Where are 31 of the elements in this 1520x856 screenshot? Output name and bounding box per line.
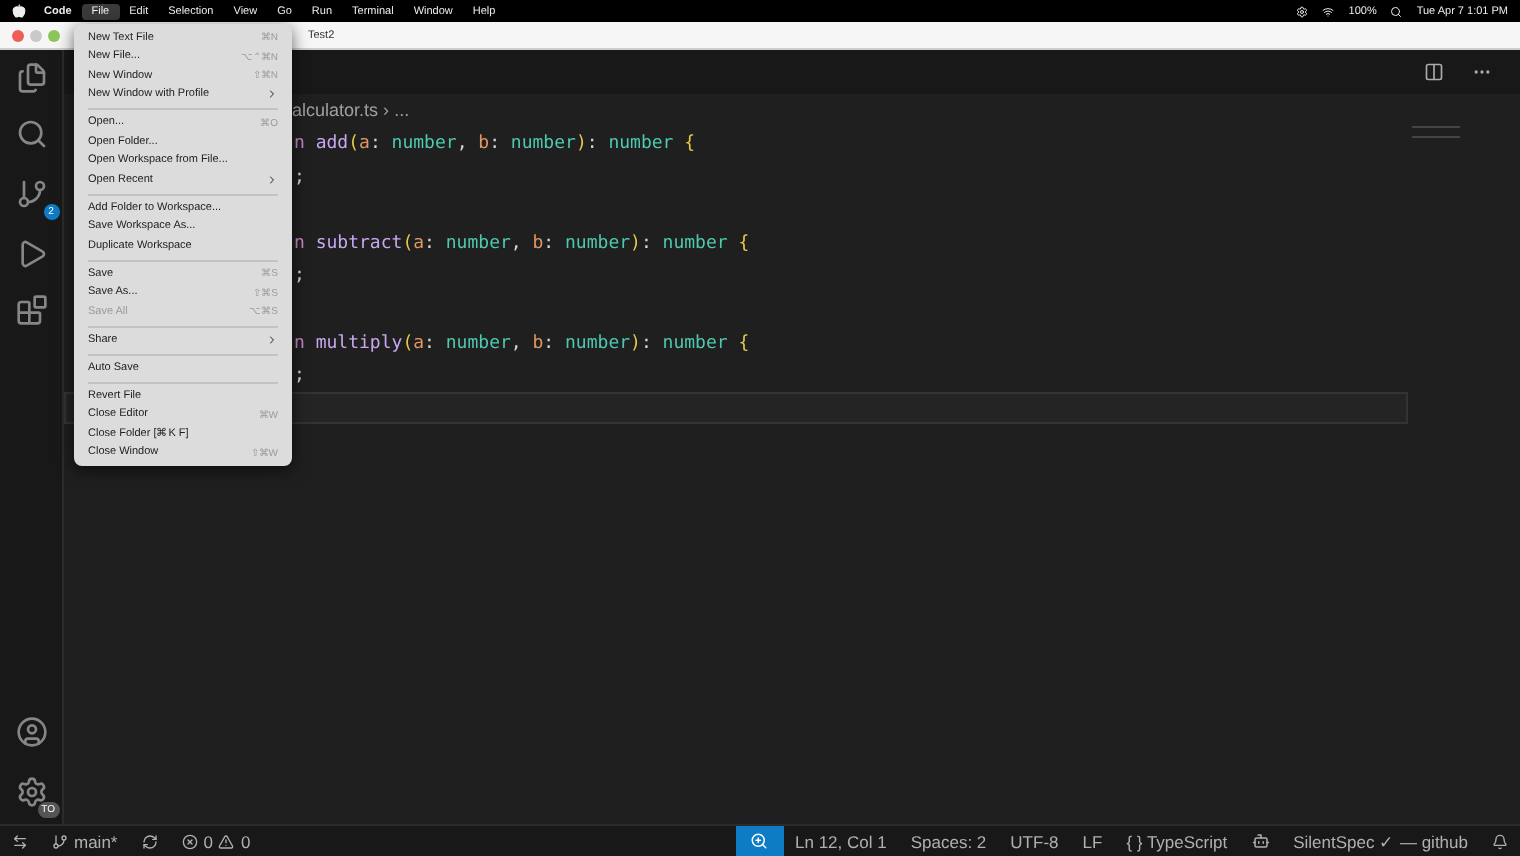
files-icon[interactable]	[15, 62, 47, 94]
encoding-status[interactable]: UTF-8	[998, 831, 1071, 851]
close-button[interactable]	[12, 29, 24, 41]
code-line: ;	[294, 366, 305, 387]
extensions-icon[interactable]	[15, 294, 47, 326]
code-line: ;	[294, 266, 305, 287]
warning-icon	[218, 833, 235, 849]
search-icon[interactable]	[15, 118, 47, 150]
code-line: n add(a: number, b: number): number {	[294, 134, 696, 154]
code-line: n subtract(a: number, b: number): number {	[294, 233, 750, 254]
account-icon[interactable]	[15, 716, 47, 748]
problems-status[interactable]: 0 0	[169, 831, 263, 851]
indentation-status[interactable]: Spaces: 2	[898, 831, 999, 851]
cursor-position[interactable]: Ln 12, Col 1	[783, 831, 899, 851]
branch-status[interactable]: main*	[40, 831, 130, 851]
zoom-button[interactable]	[735, 826, 784, 856]
zoom-icon	[750, 832, 769, 850]
search-icon[interactable]	[1390, 5, 1403, 17]
code-line: n multiply(a: number, b: number): number {	[294, 333, 750, 354]
apple-icon[interactable]	[12, 4, 26, 18]
branch-icon	[52, 833, 68, 849]
account-status[interactable]: SilentSpec ✓ — github	[1281, 831, 1480, 851]
run-debug-icon[interactable]	[15, 238, 47, 270]
breadcrumb[interactable]: alculator.ts › ...	[292, 100, 410, 128]
eol-status[interactable]: LF	[1070, 831, 1115, 851]
split-editor-icon[interactable]	[1424, 62, 1444, 82]
language-status[interactable]: { } TypeScript	[1114, 831, 1240, 851]
wifi-icon[interactable]	[1322, 5, 1335, 17]
gear-icon[interactable]	[1296, 5, 1309, 17]
error-icon	[181, 833, 198, 849]
code-line: ;	[294, 167, 305, 188]
